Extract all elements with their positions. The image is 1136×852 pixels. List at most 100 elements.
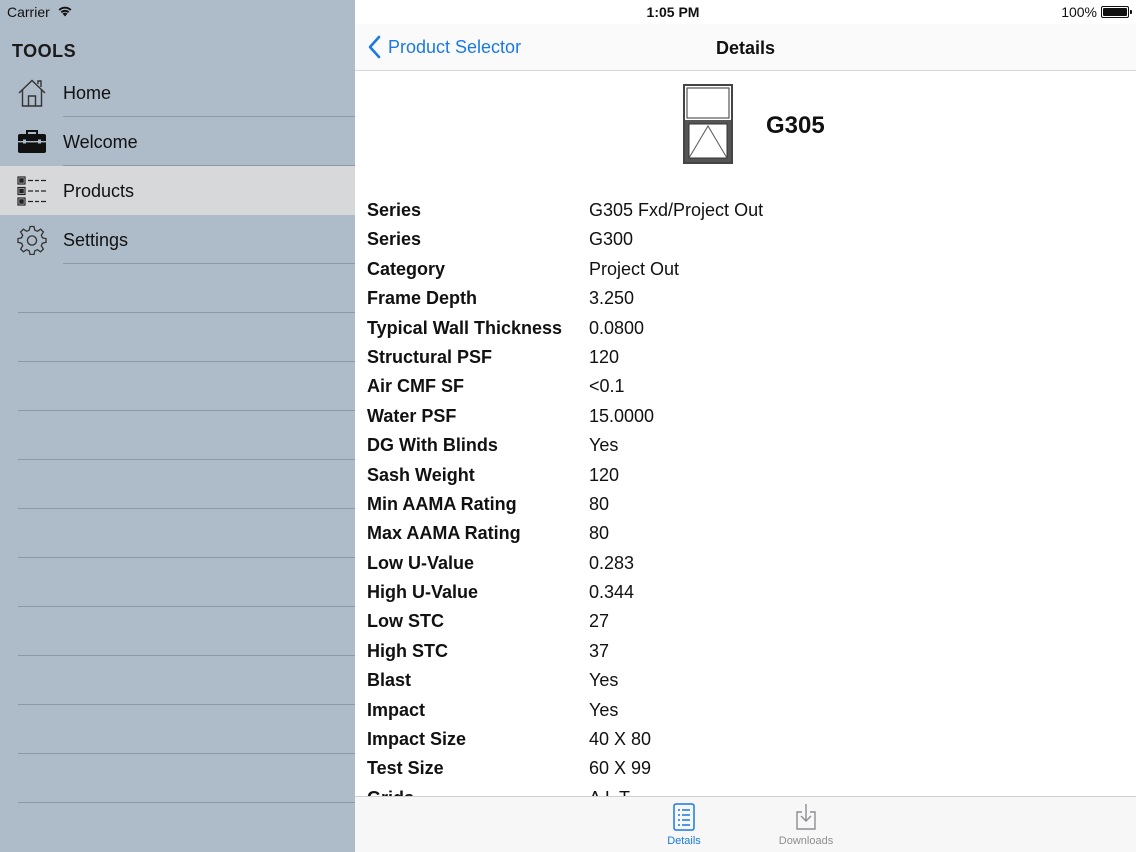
tab-details[interactable]: Details	[639, 803, 729, 851]
detail-row: High STC 37	[355, 637, 1136, 666]
detail-value: 0.344	[589, 582, 635, 603]
detail-key: Air CMF SF	[367, 376, 464, 397]
tab-label: Downloads	[778, 835, 834, 847]
status-bar-right: 1:05 PM 100%	[355, 0, 1136, 24]
detail-value: 120	[589, 464, 620, 485]
product-name: G305	[766, 112, 825, 139]
separator	[63, 263, 355, 264]
sidebar-item-home[interactable]: Home	[0, 68, 355, 117]
list-icon	[17, 176, 47, 206]
detail-value: 120	[589, 346, 620, 367]
detail-pane: 1:05 PM 100% Product Selector Details G3…	[355, 0, 1136, 852]
home-icon	[17, 78, 47, 108]
product-header: G305	[355, 82, 1136, 166]
detail-row: Min AAMA Rating 80	[355, 490, 1136, 519]
detail-row: Blast Yes	[355, 666, 1136, 695]
detail-row: Impact Size 40 X 80	[355, 725, 1136, 754]
detail-key: Low STC	[367, 611, 444, 632]
detail-key: Max AAMA Rating	[367, 523, 521, 544]
wifi-icon	[57, 4, 73, 20]
detail-row: Frame Depth 3.250	[355, 284, 1136, 313]
detail-row: Max AAMA Rating 80	[355, 519, 1136, 548]
detail-value: Yes	[589, 670, 619, 691]
detail-value: G300	[589, 229, 634, 250]
sidebar-item-products[interactable]: Products	[0, 166, 355, 215]
tab-label: Details	[667, 835, 701, 847]
sidebar-item-label: Products	[63, 181, 135, 201]
detail-value: 27	[589, 611, 610, 632]
detail-row: Low U-Value 0.283	[355, 549, 1136, 578]
detail-value: 40 X 80	[589, 729, 652, 750]
separator	[18, 361, 355, 362]
tab-bar: Details Downloads	[355, 796, 1136, 852]
sidebar: Carrier TOOLS Home Welcome Products Sett…	[0, 0, 355, 852]
sidebar-title: TOOLS	[12, 41, 77, 61]
sidebar-item-label: Settings	[63, 230, 129, 250]
detail-value: <0.1	[589, 376, 625, 397]
sidebar-item-label: Home	[63, 83, 112, 103]
detail-key: Category	[367, 258, 446, 279]
separator	[18, 753, 355, 754]
detail-row: Impact Yes	[355, 696, 1136, 725]
detail-key: Structural PSF	[367, 346, 493, 367]
detail-value: A L T	[589, 788, 630, 796]
detail-key: Test Size	[367, 758, 444, 779]
detail-row: Test Size 60 X 99	[355, 754, 1136, 783]
detail-row: Sash Weight 120	[355, 461, 1136, 490]
detail-key: Min AAMA Rating	[367, 493, 517, 514]
sidebar-item-settings[interactable]: Settings	[0, 215, 355, 264]
tab-downloads[interactable]: Downloads	[761, 803, 851, 851]
detail-row: Water PSF 15.0000	[355, 402, 1136, 431]
detail-row: Typical Wall Thickness 0.0800	[355, 314, 1136, 343]
detail-row: High U-Value 0.344	[355, 578, 1136, 607]
detail-key: Series	[367, 200, 422, 220]
detail-key: Series	[367, 229, 422, 250]
detail-row: Series G305 Fxd/Project Out	[355, 196, 1136, 225]
status-time: 1:05 PM	[646, 4, 700, 20]
separator	[18, 655, 355, 656]
separator	[18, 410, 355, 411]
detail-value: 3.250	[589, 288, 635, 309]
detail-row: Series G300	[355, 225, 1136, 254]
detail-key: Blast	[367, 670, 412, 691]
detail-value: Project Out	[589, 258, 680, 279]
window-icon	[683, 84, 733, 164]
detail-row: DG With Blinds Yes	[355, 431, 1136, 460]
battery-icon	[1101, 6, 1132, 18]
details-list: Series G305 Fxd/Project Out Series G300 Ca…	[355, 196, 1136, 796]
detail-key: Impact Size	[367, 729, 467, 750]
detail-row: Low STC 27	[355, 607, 1136, 636]
carrier-label: Carrier	[7, 4, 50, 20]
detail-key: High STC	[367, 640, 448, 661]
page-title: Details	[715, 38, 776, 58]
details-list-icon	[673, 803, 695, 831]
battery-percent: 100%	[1061, 4, 1097, 20]
sidebar-item-welcome[interactable]: Welcome	[0, 117, 355, 166]
separator	[18, 312, 355, 313]
detail-value: 60 X 99	[589, 758, 652, 779]
separator	[18, 802, 355, 803]
detail-value: Yes	[589, 699, 619, 720]
detail-value: 15.0000	[589, 405, 655, 426]
detail-key: Frame Depth	[367, 288, 478, 309]
detail-key: Typical Wall Thickness	[367, 317, 563, 338]
separator	[18, 557, 355, 558]
gear-icon	[17, 225, 47, 256]
separator	[18, 508, 355, 509]
detail-value: G305 Fxd/Project Out	[589, 200, 764, 220]
briefcase-icon	[17, 127, 47, 157]
detail-value: Yes	[589, 435, 619, 456]
detail-key: Impact	[367, 699, 426, 720]
detail-row: Grids A L T	[355, 784, 1136, 796]
detail-value: 0.283	[589, 552, 635, 573]
detail-value: 37	[589, 640, 610, 661]
detail-row: Category Project Out	[355, 255, 1136, 284]
detail-value: 80	[589, 523, 610, 544]
sidebar-item-label: Welcome	[63, 132, 138, 152]
detail-value: 0.0800	[589, 317, 645, 338]
detail-key: Grids	[367, 788, 414, 796]
detail-row: Structural PSF 120	[355, 343, 1136, 372]
detail-key: DG With Blinds	[367, 435, 498, 456]
detail-key: Low U-Value	[367, 552, 475, 573]
detail-key: Water PSF	[367, 405, 457, 426]
